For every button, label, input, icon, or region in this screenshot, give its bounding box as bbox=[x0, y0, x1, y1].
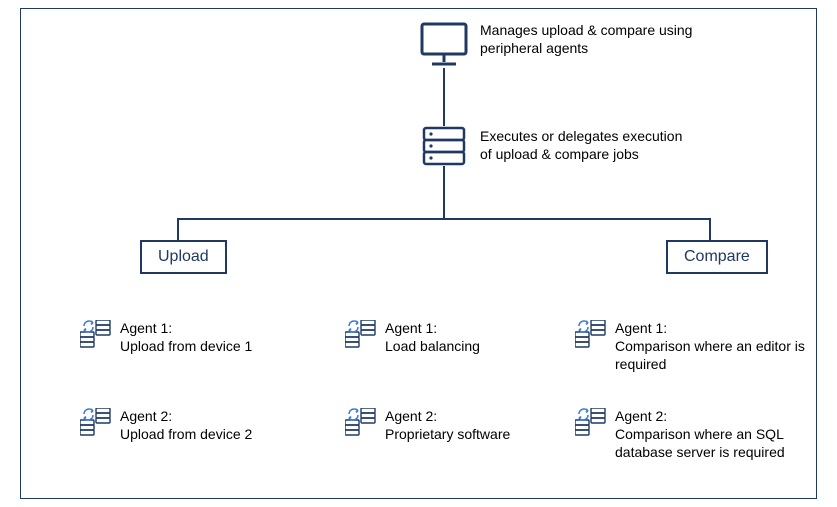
connector-to-compare bbox=[709, 218, 711, 240]
upload-label: Upload bbox=[158, 248, 209, 265]
agent-title: Agent 1: bbox=[615, 319, 805, 337]
agent-sync-icon bbox=[575, 320, 607, 351]
agent-title: Agent 1: bbox=[385, 319, 480, 337]
agent-sync-icon bbox=[345, 408, 377, 439]
server-description: Executes or delegates execution of uploa… bbox=[480, 128, 740, 163]
connector-monitor-server bbox=[443, 68, 445, 126]
agent-desc: Proprietary software bbox=[385, 425, 510, 443]
compare-node: Compare bbox=[666, 240, 768, 274]
connector-horizontal bbox=[177, 218, 711, 220]
server-desc-line1: Executes or delegates execution bbox=[480, 128, 740, 146]
agent-sync-icon bbox=[575, 408, 607, 439]
agent-desc: Comparison where an SQL database server … bbox=[615, 425, 805, 461]
agent-desc: Comparison where an editor is required bbox=[615, 337, 805, 373]
manager-desc-line1: Manages upload & compare using bbox=[480, 22, 740, 40]
agent-title: Agent 2: bbox=[385, 407, 510, 425]
compare-label: Compare bbox=[684, 248, 750, 265]
agent-sync-icon bbox=[80, 320, 112, 351]
agent-sync-icon bbox=[80, 408, 112, 439]
diagram-canvas: Manages upload & compare using periphera… bbox=[0, 0, 837, 507]
agent-desc: Upload from device 2 bbox=[120, 425, 252, 443]
manager-desc-line2: peripheral agents bbox=[480, 40, 740, 58]
connector-server-split bbox=[443, 166, 445, 218]
upload-node: Upload bbox=[140, 240, 227, 274]
manager-monitor-icon bbox=[420, 22, 468, 71]
server-desc-line2: of upload & compare jobs bbox=[480, 146, 740, 164]
manager-description: Manages upload & compare using periphera… bbox=[480, 22, 740, 57]
agent-sync-icon bbox=[345, 320, 377, 351]
central-server-icon bbox=[422, 126, 466, 169]
agent-desc: Upload from device 1 bbox=[120, 337, 252, 355]
agent-title: Agent 2: bbox=[120, 407, 252, 425]
agent-desc: Load balancing bbox=[385, 337, 480, 355]
agent-title: Agent 2: bbox=[615, 407, 805, 425]
connector-to-upload bbox=[177, 218, 179, 240]
agent-title: Agent 1: bbox=[120, 319, 252, 337]
